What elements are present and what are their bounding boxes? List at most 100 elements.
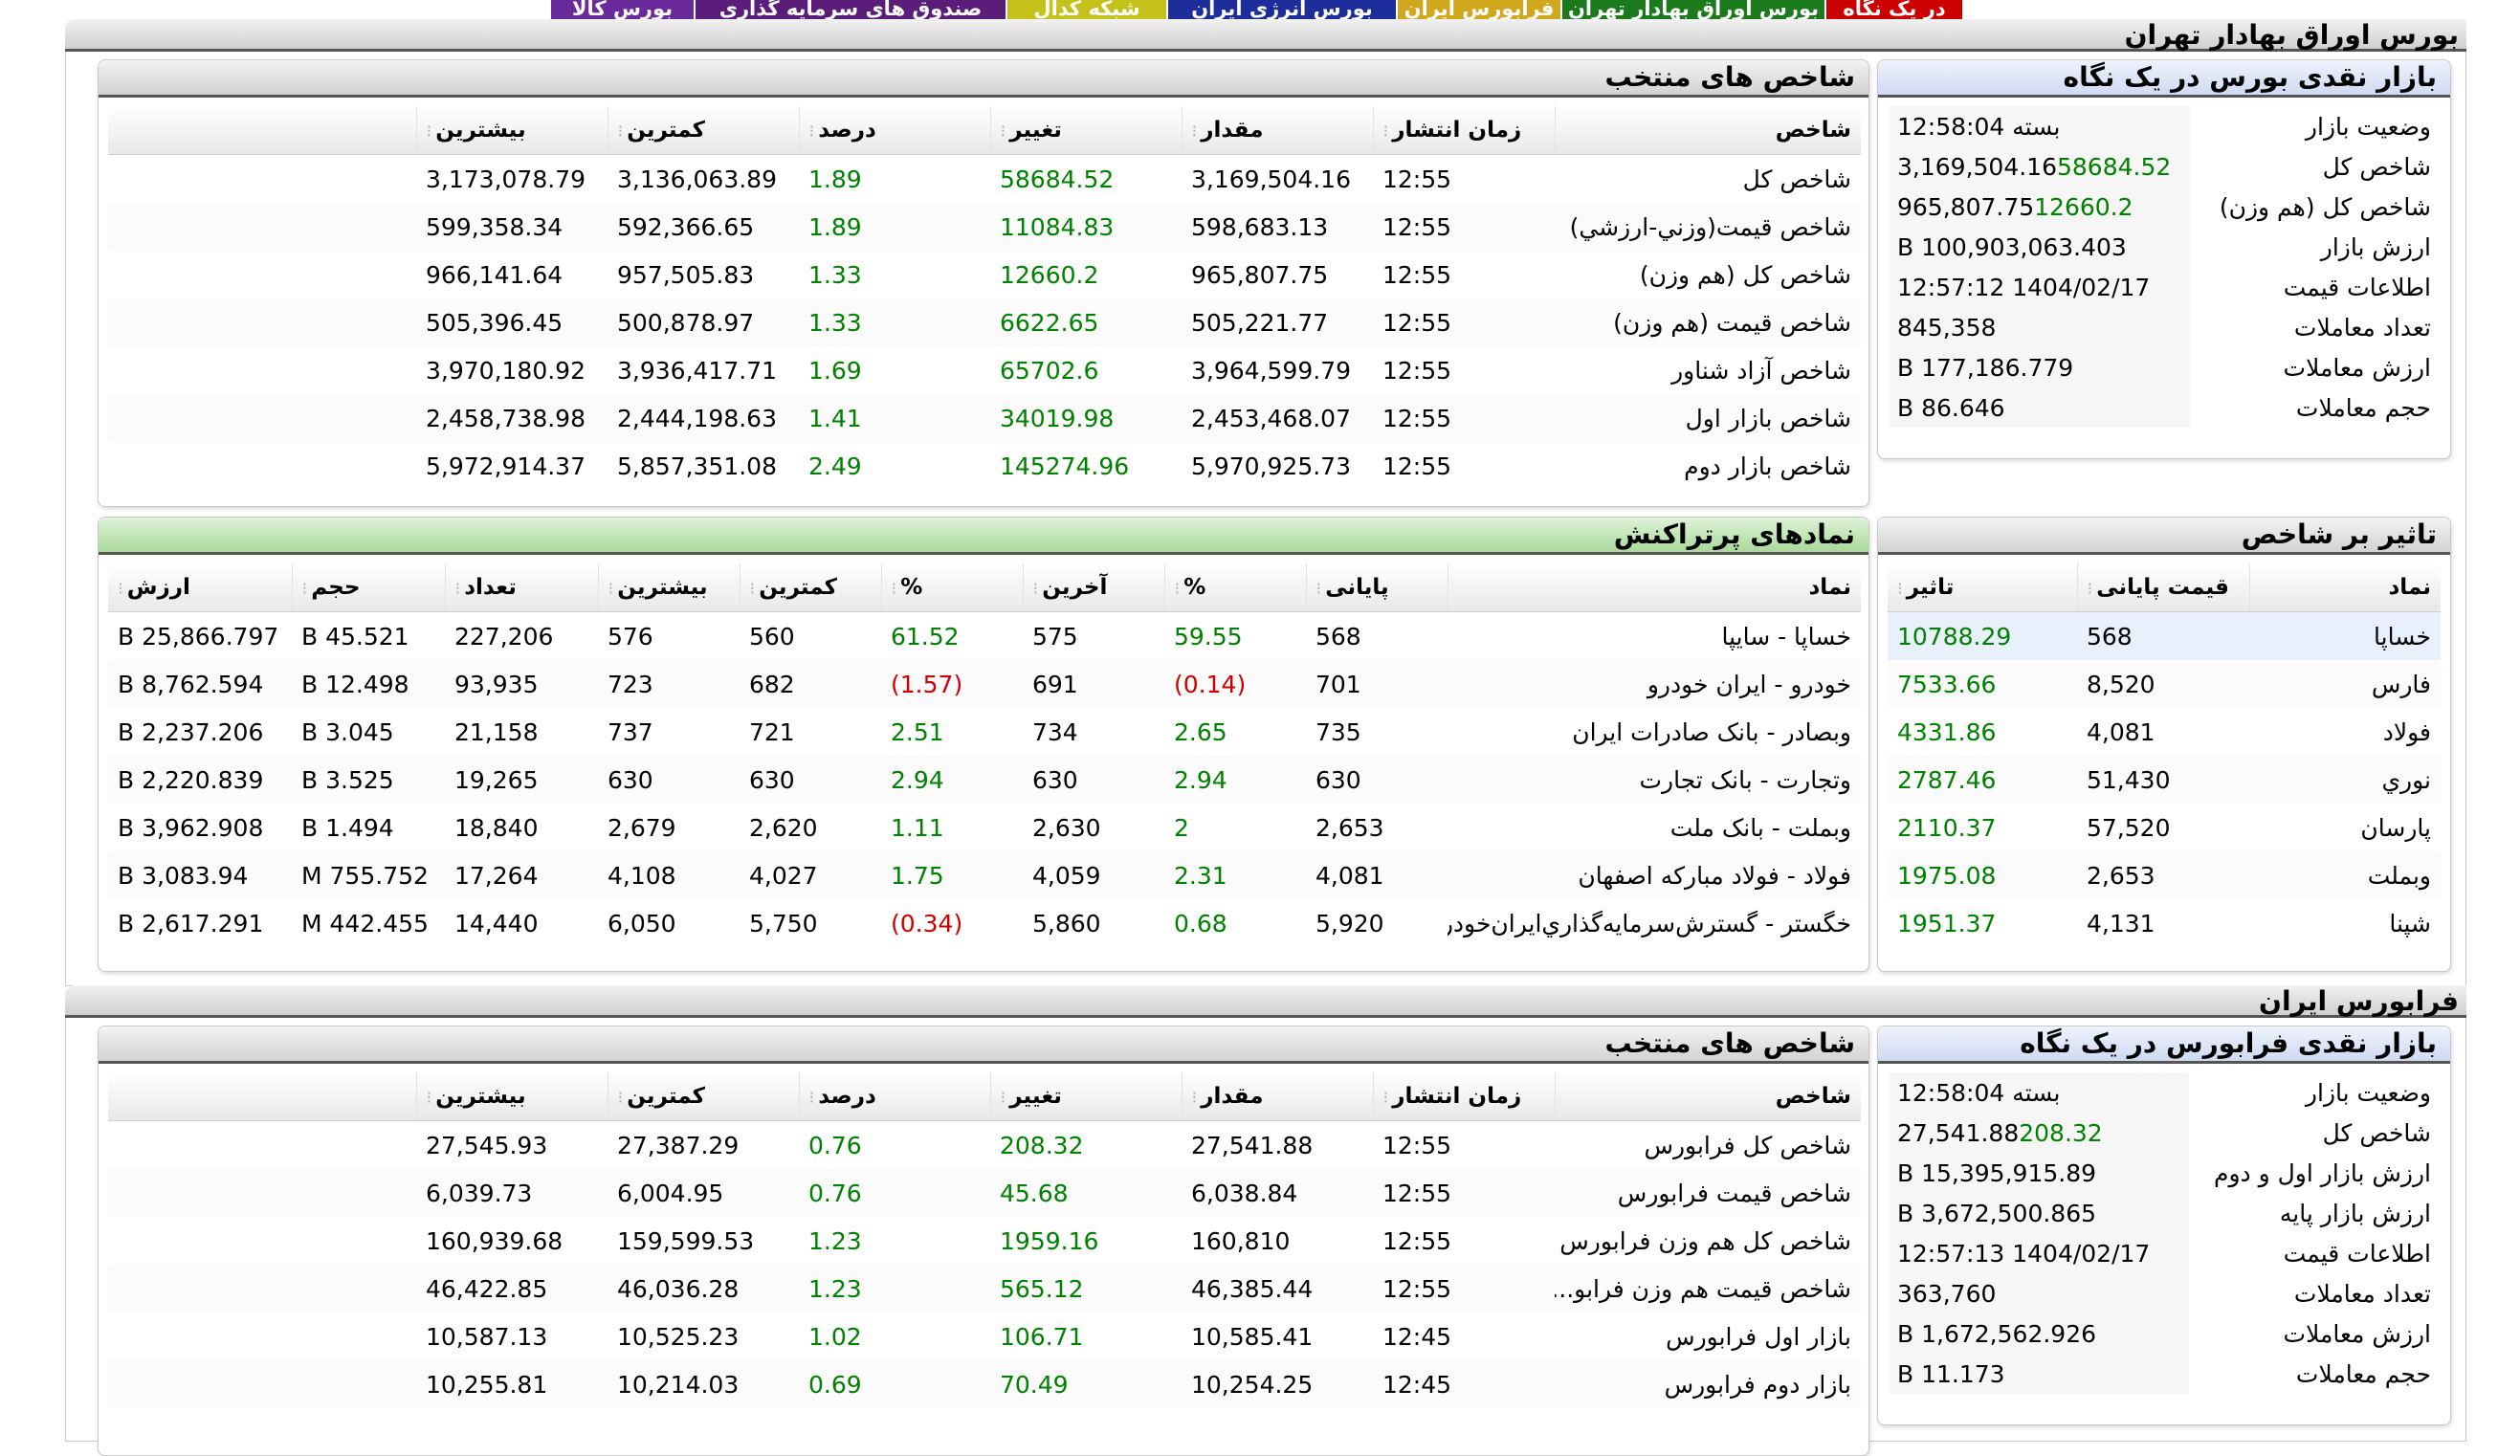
column-header[interactable]: %⁝ — [881, 563, 1024, 612]
table-cell[interactable]: فولاد - فولاد مباركه اصفهان — [1448, 851, 1861, 899]
column-header[interactable]: شاخص — [1555, 106, 1861, 155]
table-row[interactable]: شاخص کل 12:55 3,169,504.16 58684.52 1.89 3,13… — [108, 155, 1861, 204]
table-cell: 505,396.45 — [416, 298, 608, 346]
table-row[interactable]: وبصادر - بانک صادرات ایران 735 2.65 734 2.51… — [108, 708, 1861, 756]
table-row[interactable]: فولاد - فولاد مباركه اصفهان 4,081 2.31 4,05… — [108, 851, 1861, 899]
table-row[interactable]: فارس 8,520 7533.66 — [1888, 660, 2441, 708]
table-cell: 4,081 — [1306, 851, 1448, 899]
column-header[interactable]: ارزش⁝ — [108, 563, 293, 612]
table-row[interactable]: شاخص قیمت (هم وزن) 12:55 505,221.77 6622.65… — [108, 298, 1861, 346]
table-cell[interactable]: وبملت — [2249, 851, 2441, 899]
table-row[interactable]: شاخص کل فرابورس 12:55 27,541.88 208.32 0.76 2… — [108, 1121, 1861, 1170]
table-row[interactable]: بازار دوم فرابورس 12:45 10,254.25 70.49 0.69… — [108, 1360, 1861, 1408]
table-cell[interactable]: بازار دوم فرابورس — [1555, 1360, 1861, 1408]
column-header[interactable]: زمان انتشار⁝ — [1373, 106, 1556, 155]
table-cell: 2110.37 — [1897, 813, 1997, 842]
tab-investment-funds[interactable]: صندوق های سرمایه گذاری — [694, 0, 1006, 19]
table-cell[interactable]: شاخص کل (هم وزن) — [1555, 251, 1861, 298]
column-header[interactable]: زمان انتشار⁝ — [1373, 1072, 1556, 1121]
table-row[interactable]: خگستر - گسترش‌سرمايه‌گذاري‌ايران‌خودرو 5,… — [108, 899, 1861, 947]
column-header[interactable]: تاثیر⁝ — [1888, 563, 2078, 612]
table-cell[interactable]: شاخص بازار اول — [1555, 394, 1861, 442]
column-header[interactable]: درصد⁝ — [799, 106, 991, 155]
column-header[interactable]: بیشترین⁝ — [598, 563, 741, 612]
table-cell: 3.045 B — [301, 717, 394, 746]
column-header[interactable]: آخرین⁝ — [1023, 563, 1165, 612]
table-row[interactable]: شاخص قیمت هم وزن فرابو... 12:55 46,385.44 5… — [108, 1265, 1861, 1313]
tab-ifb[interactable]: فرابورس ایران — [1396, 0, 1560, 19]
table-row[interactable]: وتجارت - بانک تجارت 630 2.94 630 2.94 630 630 1… — [108, 756, 1861, 804]
column-header[interactable]: تغییر⁝ — [990, 1072, 1183, 1121]
column-header[interactable]: کمترین⁝ — [608, 106, 800, 155]
table-row[interactable]: شاخص بازار دوم 12:55 5,970,925.73 145274.96… — [108, 442, 1861, 490]
table-row[interactable]: شاخص آزاد شناور 12:55 3,964,599.79 65702.6 1… — [108, 346, 1861, 394]
table-cell[interactable]: نوري — [2249, 756, 2441, 804]
table-row[interactable]: وبملت - بانک ملت 2,653 2 2,630 1.11 2,620 2,67… — [108, 804, 1861, 851]
column-header[interactable]: مقدار⁝ — [1182, 1072, 1374, 1121]
tab-tehran-stock-exchange[interactable]: بورس اوراق بهادار تهران — [1560, 0, 1824, 19]
table-cell[interactable]: خگستر - گسترش‌سرمايه‌گذاري‌ايران‌خودرو — [1448, 899, 1861, 947]
table-cell[interactable]: فولاد — [2249, 708, 2441, 756]
table-cell[interactable]: شاخص آزاد شناور — [1555, 346, 1861, 394]
column-header[interactable]: حجم⁝ — [292, 563, 446, 612]
table-cell: 568 — [1315, 622, 1361, 651]
column-header[interactable]: مقدار⁝ — [1182, 106, 1374, 155]
tab-commodity-exchange[interactable]: بورس کالا — [549, 0, 694, 19]
table-row[interactable]: خساپا 568 10788.29 — [1888, 611, 2441, 660]
table-row[interactable]: خساپا - سايپا 568 59.55 575 61.52 560 576 227,2… — [108, 612, 1861, 661]
column-header[interactable]: کمترین⁝ — [740, 563, 882, 612]
column-header[interactable]: بیشترین⁝ — [416, 106, 608, 155]
tab-overview[interactable]: در یک نگاه — [1824, 0, 1962, 19]
table-row[interactable]: فولاد 4,081 4331.86 — [1888, 708, 2441, 756]
table-cell[interactable]: شاخص کل هم وزن فرابورس — [1555, 1217, 1861, 1265]
column-header[interactable]: درصد⁝ — [799, 1072, 991, 1121]
tab-codal[interactable]: شبکه کدال — [1006, 0, 1166, 19]
table-row[interactable]: شاخص بازار اول 12:55 2,453,468.07 34019.98 1… — [108, 394, 1861, 442]
table-row[interactable]: شاخص کل (هم وزن) 12:55 965,807.75 12660.2 1.… — [108, 251, 1861, 298]
table-row[interactable]: شاخص قیمت فرابورس 12:55 6,038.84 45.68 0.76 6… — [108, 1169, 1861, 1217]
table-cell: 4,131 — [2087, 909, 2155, 938]
table-cell[interactable]: شاخص بازار دوم — [1555, 442, 1861, 490]
column-header[interactable]: شاخص — [1555, 1072, 1861, 1121]
table-cell[interactable]: خساپا - سايپا — [1448, 612, 1861, 661]
column-header[interactable]: نماد — [1448, 563, 1861, 612]
table-row[interactable]: نوري 51,430 2787.46 — [1888, 756, 2441, 804]
table-row[interactable]: خودرو - ایران‌ خودرو 701 (0.14) 691 (1.57) 68… — [108, 660, 1861, 708]
column-header[interactable]: %⁝ — [1164, 563, 1307, 612]
table-cell[interactable]: شپنا — [2249, 899, 2441, 947]
table-cell[interactable]: پارسان — [2249, 804, 2441, 851]
column-header[interactable]: بیشترین⁝ — [416, 1072, 608, 1121]
table-cell[interactable]: شاخص کل فرابورس — [1555, 1121, 1861, 1170]
column-header[interactable]: پایانی⁝ — [1306, 563, 1448, 612]
table-row[interactable]: وبملت 2,653 1975.08 — [1888, 851, 2441, 899]
column-header[interactable]: کمترین⁝ — [608, 1072, 800, 1121]
table-cell[interactable]: شاخص قيمت(وزني-ارزشي) — [1555, 203, 1861, 251]
table-cell[interactable]: شاخص قیمت فرابورس — [1555, 1169, 1861, 1217]
table-cell[interactable]: وبصادر - بانک صادرات ایران — [1448, 708, 1861, 756]
column-header-label: % — [1183, 575, 1206, 600]
table-cell[interactable]: شاخص قیمت هم وزن فرابو... — [1555, 1265, 1861, 1313]
table-cell[interactable]: شاخص کل — [1555, 155, 1861, 204]
column-header[interactable]: تغییر⁝ — [990, 106, 1183, 155]
column-header[interactable]: نماد — [2249, 563, 2441, 612]
table-row[interactable]: شاخص قيمت(وزني-ارزشي) 12:55 598,683.13 1108… — [108, 203, 1861, 251]
table-row[interactable]: شاخص کل هم وزن فرابورس 12:55 160,810 1959.1… — [108, 1217, 1861, 1265]
table-cell[interactable]: خساپا — [2249, 611, 2441, 660]
table-row[interactable]: پارسان 57,520 2110.37 — [1888, 804, 2441, 851]
table-cell[interactable]: وبملت - بانک ملت — [1448, 804, 1861, 851]
column-header-label: شاخص — [1775, 1084, 1851, 1109]
table-row[interactable]: بازار اول فرابورس 12:45 10,585.41 106.71 1.0… — [108, 1313, 1861, 1360]
column-header[interactable]: قیمت پایانی⁝ — [2077, 563, 2250, 612]
table-cell[interactable]: خودرو - ایران‌ خودرو — [1448, 660, 1861, 708]
table-row[interactable]: شپنا 4,131 1951.37 — [1888, 899, 2441, 947]
table-cell: 1.89 — [799, 203, 990, 251]
table-cell[interactable]: وتجارت - بانک تجارت — [1448, 756, 1861, 804]
table-cell[interactable]: شاخص قیمت (هم وزن) — [1555, 298, 1861, 346]
table-cell[interactable]: فارس — [2249, 660, 2441, 708]
table-cell[interactable]: بازار اول فرابورس — [1555, 1313, 1861, 1360]
tab-energy-exchange[interactable]: بورس انرژی ایران — [1166, 0, 1396, 19]
summary-value: 27,541.88208.32 — [1890, 1113, 2189, 1153]
table-cell: 106.71 — [1000, 1322, 1084, 1351]
summary-value: 100,903,063.403 B — [1890, 227, 2191, 267]
column-header[interactable]: تعداد⁝ — [445, 563, 599, 612]
